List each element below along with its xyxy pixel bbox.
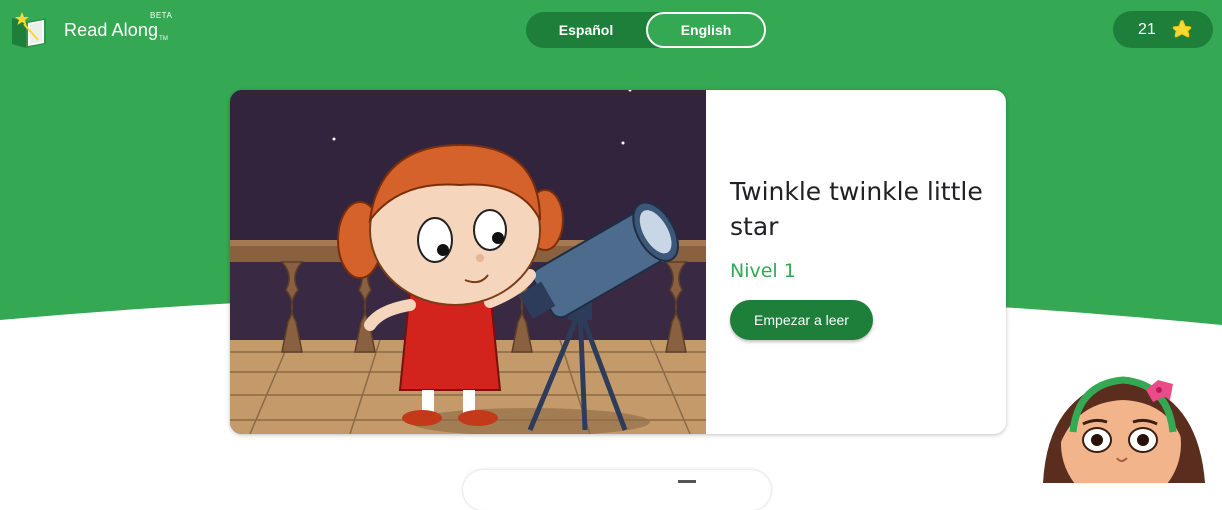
language-option-spanish[interactable]: Español bbox=[526, 12, 646, 48]
beta-badge: BETA bbox=[150, 11, 173, 20]
book-star-logo-icon bbox=[12, 12, 46, 48]
top-bar: Read AlongTM BETA Español English 21 bbox=[0, 0, 1222, 60]
app-logo[interactable]: Read AlongTM bbox=[8, 10, 168, 50]
stars-count: 21 bbox=[1138, 20, 1156, 38]
stars-counter[interactable]: 21 bbox=[1113, 11, 1213, 48]
trademark-mark: TM bbox=[159, 35, 168, 42]
start-reading-button[interactable]: Empezar a leer bbox=[730, 300, 873, 340]
story-details: Twinkle twinkle little star Nivel 1 Empe… bbox=[730, 174, 990, 340]
bottom-panel[interactable] bbox=[463, 470, 771, 510]
story-title: Twinkle twinkle little star bbox=[730, 177, 983, 241]
diya-assistant-avatar[interactable] bbox=[1033, 362, 1222, 483]
star-icon bbox=[1172, 19, 1192, 37]
story-level: Nivel 1 bbox=[730, 260, 796, 282]
language-toggle: Español English bbox=[526, 12, 766, 48]
story-card[interactable]: Twinkle twinkle little star Nivel 1 Empe… bbox=[230, 90, 1006, 434]
app-name: Read AlongTM bbox=[64, 19, 168, 42]
story-illustration bbox=[230, 90, 706, 434]
language-option-english[interactable]: English bbox=[646, 12, 766, 48]
